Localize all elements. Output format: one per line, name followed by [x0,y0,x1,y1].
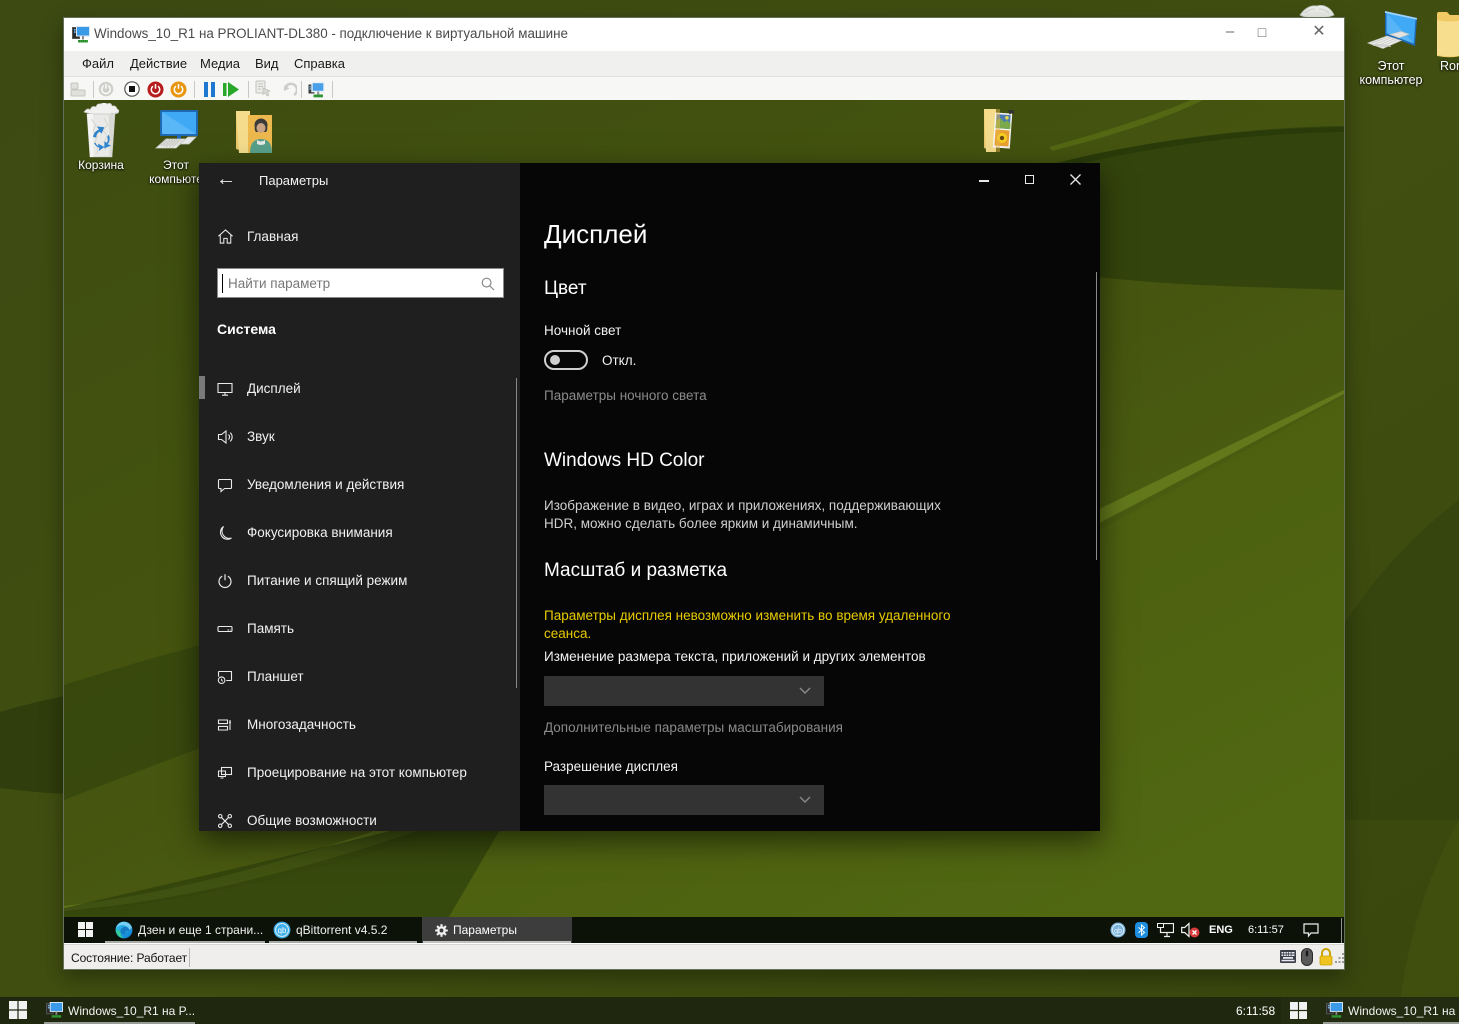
svg-text:qb: qb [1114,928,1122,935]
svg-text:qb: qb [278,926,287,935]
